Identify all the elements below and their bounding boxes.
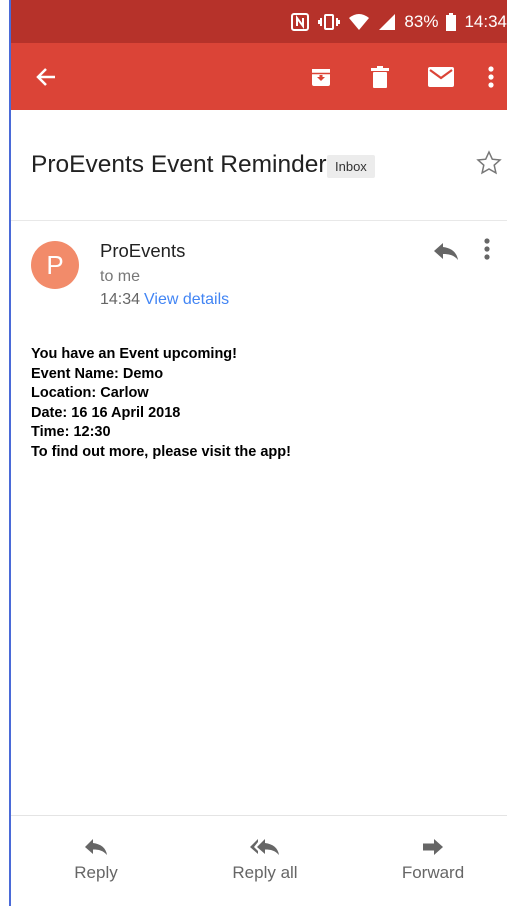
view-details-link[interactable]: View details bbox=[144, 291, 229, 308]
body-line: To find out more, please visit the app! bbox=[31, 443, 291, 460]
reply-all-button[interactable]: Reply all bbox=[205, 816, 325, 907]
recipient-text: to me bbox=[100, 268, 141, 285]
more-vert-icon[interactable] bbox=[481, 43, 501, 110]
more-vert-icon[interactable] bbox=[484, 238, 490, 265]
forward-icon bbox=[373, 838, 493, 856]
battery-percent: 83% bbox=[404, 11, 439, 31]
vibrate-icon bbox=[318, 13, 341, 31]
forward-button[interactable]: Forward bbox=[373, 816, 493, 907]
body-line: You have an Event upcoming! bbox=[31, 346, 237, 362]
email-subject: ProEvents Event Reminder bbox=[31, 151, 327, 178]
email-body: You have an Event upcoming! Event Name: … bbox=[31, 345, 491, 462]
subject-row: ProEvents Event Reminder Inbox bbox=[11, 110, 507, 221]
reply-icon bbox=[36, 838, 156, 856]
nfc-icon bbox=[290, 12, 310, 32]
sender-name[interactable]: ProEvents bbox=[100, 240, 185, 262]
delete-icon[interactable] bbox=[365, 43, 395, 110]
app-bar bbox=[11, 43, 507, 110]
reply-button[interactable]: Reply bbox=[36, 816, 156, 907]
reply-icon[interactable] bbox=[433, 241, 459, 266]
reply-all-icon bbox=[205, 838, 325, 856]
clock: 14:34 bbox=[464, 11, 507, 31]
body-line: Location: Carlow bbox=[31, 385, 149, 401]
avatar: P bbox=[31, 241, 79, 289]
body-line: Event Name: Demo bbox=[31, 365, 164, 382]
inbox-label-badge[interactable]: Inbox bbox=[327, 155, 375, 178]
reply-label: Reply bbox=[74, 863, 118, 882]
status-bar: 83% 14:34 bbox=[11, 0, 507, 43]
battery-icon bbox=[446, 12, 457, 31]
signal-icon bbox=[378, 13, 396, 31]
back-arrow-icon[interactable] bbox=[31, 43, 61, 110]
email-meta: 14:34 View details bbox=[100, 291, 229, 309]
mark-unread-icon[interactable] bbox=[424, 43, 458, 110]
forward-label: Forward bbox=[401, 863, 465, 882]
body-line: Date: 16 16 April 2018 bbox=[31, 404, 181, 421]
wifi-icon bbox=[348, 13, 370, 31]
star-icon[interactable] bbox=[476, 150, 502, 181]
bottom-action-bar: Reply Reply all Forward bbox=[11, 815, 507, 907]
archive-icon[interactable] bbox=[306, 43, 336, 110]
body-line: Time: 12:30 bbox=[31, 424, 111, 440]
email-time: 14:34 bbox=[100, 291, 141, 308]
reply-all-label: Reply all bbox=[232, 863, 298, 882]
